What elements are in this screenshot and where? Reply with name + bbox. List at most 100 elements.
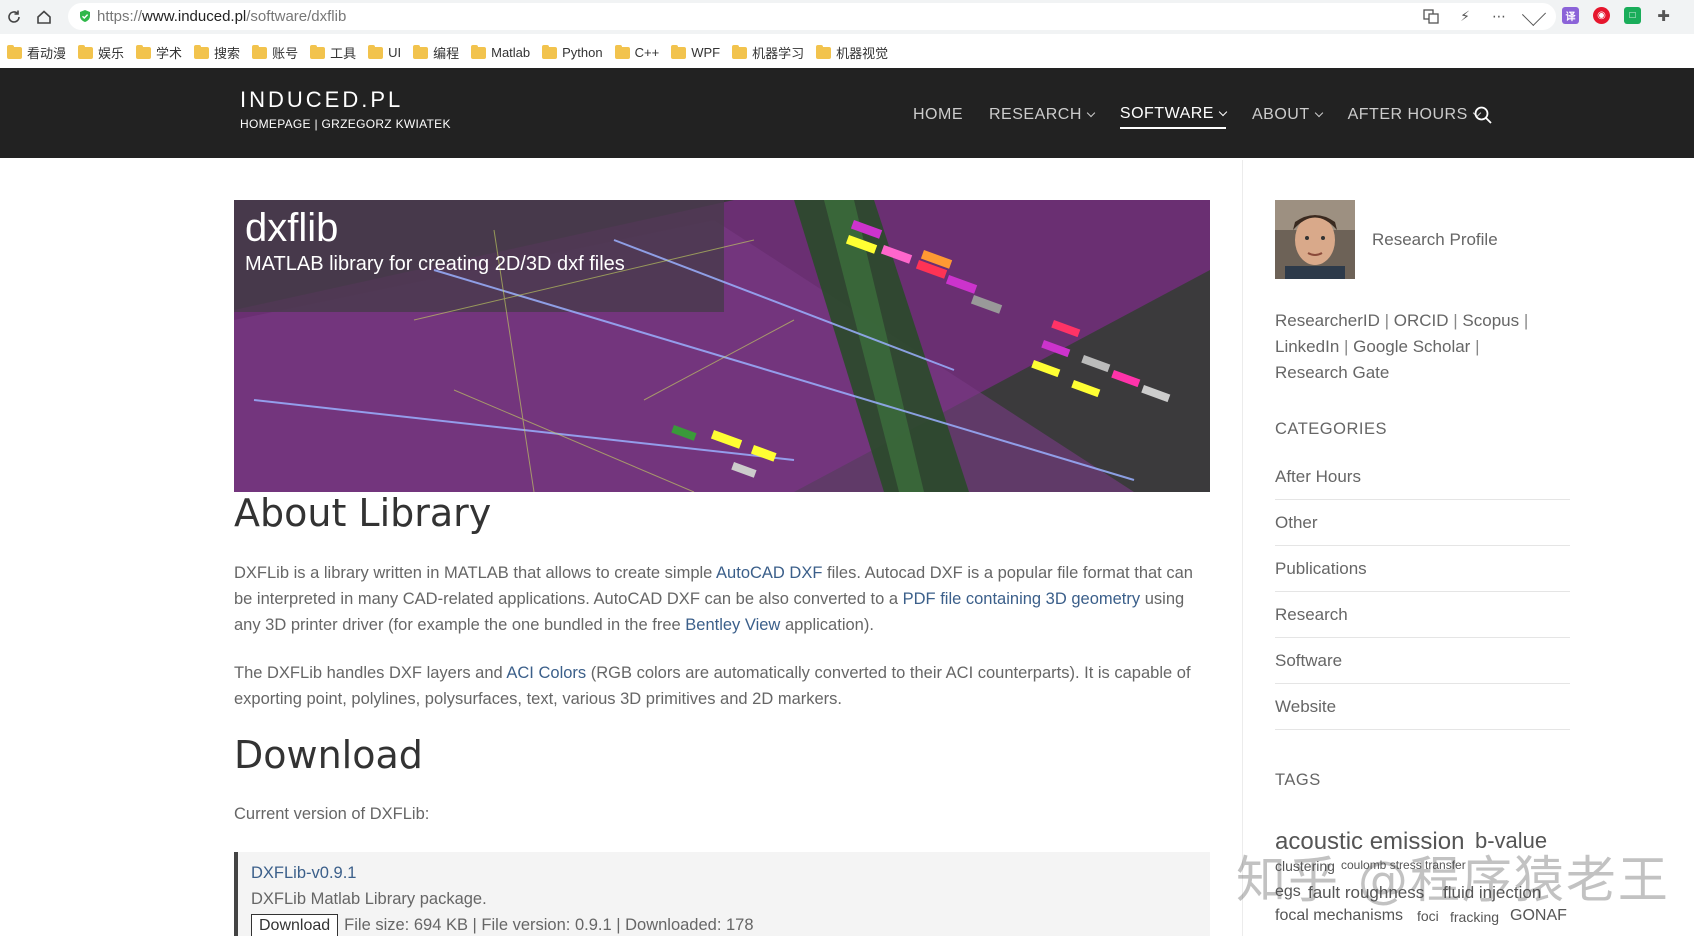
bookmark-folder[interactable]: 搜索 [194, 43, 240, 62]
bookmark-folder[interactable]: 编程 [413, 43, 459, 62]
profile-links: ResearcherID | ORCID | Scopus | LinkedIn… [1275, 308, 1565, 386]
release-meta: File size: 694 KB | File version: 0.9.1 … [344, 916, 754, 934]
folder-icon [136, 44, 152, 59]
category-software[interactable]: Software [1275, 638, 1570, 684]
category-other[interactable]: Other [1275, 500, 1570, 546]
pdf-3d-link[interactable]: PDF file containing 3D geometry [903, 590, 1141, 608]
hero-title: dxflib [245, 206, 339, 250]
autocad-dxf-link[interactable]: AutoCAD DXF [716, 564, 822, 582]
avatar[interactable] [1275, 200, 1355, 279]
aci-colors-link[interactable]: ACI Colors [506, 664, 586, 682]
release-description: DXFLib Matlab Library package. [251, 890, 487, 908]
link-separator: | [1448, 311, 1463, 330]
link-separator: | [1339, 337, 1354, 356]
bookmark-folder[interactable]: WPF [671, 43, 720, 62]
release-box: DXFLib-v0.9.1 DXFLib Matlab Library pack… [234, 852, 1210, 936]
about-heading: About Library [234, 491, 492, 535]
profile-link-scopus[interactable]: Scopus [1462, 311, 1519, 330]
bookmark-folder[interactable]: Matlab [471, 43, 530, 62]
bookmarks-bar: 看动漫 娱乐 学术 搜索 账号 工具 UI 编程 Matlab Python C++ WPF 机器学习机… [0, 34, 1694, 68]
folder-icon [194, 44, 210, 59]
download-intro: Current version of DXFLib: [234, 805, 430, 823]
more-icon[interactable]: ⋯ [1490, 7, 1508, 25]
release-name-link[interactable]: DXFLib-v0.9.1 [251, 864, 356, 882]
category-website[interactable]: Website [1275, 684, 1570, 730]
profile-link-orcid[interactable]: ORCID [1394, 311, 1449, 330]
site-header: INDUCED.PL HOMEPAGE | GRZEGORZ KWIATEK H… [0, 68, 1694, 158]
folder-icon [816, 44, 832, 59]
bookmark-folder[interactable]: 看动漫 [7, 43, 66, 62]
link-separator: | [1379, 311, 1394, 330]
download-heading: Download [234, 733, 423, 777]
home-icon[interactable] [33, 6, 55, 28]
nav-home[interactable]: HOME [913, 105, 963, 129]
category-after-hours[interactable]: After Hours [1275, 454, 1570, 500]
extension-green-icon[interactable]: □ [1624, 7, 1641, 24]
categories-heading: CATEGORIES [1275, 420, 1387, 438]
lightning-icon[interactable]: ⚡ [1456, 7, 1474, 25]
category-research[interactable]: Research [1275, 592, 1570, 638]
folder-icon [732, 44, 748, 59]
address-bar[interactable]: https://www.induced.pl/software/dxflib ⚡… [68, 1, 1556, 30]
bookmark-folder[interactable]: 机器视觉 [816, 43, 888, 62]
bookmark-folder[interactable]: UI [368, 43, 401, 62]
url-text[interactable]: https://www.induced.pl/software/dxflib [97, 8, 346, 25]
categories-list: After Hours Other Publications Research Soft… [1275, 454, 1570, 730]
nav-software[interactable]: SOFTWARE [1119, 105, 1228, 129]
site-title[interactable]: INDUCED.PL [240, 87, 451, 113]
nav-after-hours[interactable]: AFTER HOURS [1348, 105, 1482, 129]
folder-icon [252, 44, 268, 59]
chevron-down-icon [1314, 108, 1323, 118]
reload-icon[interactable] [3, 6, 25, 28]
bookmark-folder[interactable]: 娱乐 [78, 43, 124, 62]
nav-research[interactable]: RESEARCH [989, 105, 1096, 129]
about-paragraph-1: DXFLib is a library written in MATLAB th… [234, 564, 1193, 634]
bentley-view-link[interactable]: Bentley View [685, 616, 780, 634]
download-button[interactable]: Download [251, 914, 339, 936]
main-nav: HOME RESEARCH SOFTWARE ABOUT AFTER HOURS [913, 105, 1482, 129]
about-paragraph-2: The DXFLib handles DXF layers and ACI Co… [234, 664, 1191, 708]
research-profile-link[interactable]: Research Profile [1372, 230, 1498, 250]
folder-icon [368, 44, 384, 59]
extension-weibo-icon[interactable]: ◉ [1593, 7, 1610, 24]
chevron-down-icon [1086, 108, 1096, 118]
category-publications[interactable]: Publications [1275, 546, 1570, 592]
translate-icon[interactable] [1422, 7, 1440, 25]
profile-link-research-gate[interactable]: Research Gate [1275, 363, 1389, 382]
watermark: 知乎 @程序猿老王 [1236, 851, 1670, 909]
bookmark-folder[interactable]: 账号 [252, 43, 298, 62]
link-separator: | [1519, 311, 1529, 330]
folder-icon [413, 44, 429, 59]
extension-translate-icon[interactable]: 译 [1562, 7, 1579, 24]
link-separator: | [1470, 337, 1480, 356]
secure-shield-icon [80, 10, 90, 22]
sidebar-divider [1242, 160, 1243, 936]
profile-link-linkedin[interactable]: LinkedIn [1275, 337, 1339, 356]
folder-icon [471, 44, 487, 59]
folder-icon [7, 44, 22, 59]
hero-subtitle: MATLAB library for creating 2D/3D dxf fi… [245, 253, 625, 275]
folder-icon [310, 44, 326, 59]
bookmark-folder[interactable]: 工具 [310, 43, 356, 62]
site-brand[interactable]: INDUCED.PL HOMEPAGE | GRZEGORZ KWIATEK [240, 87, 451, 131]
hero-3d-render [234, 200, 1210, 492]
tags-heading: TAGS [1275, 771, 1321, 789]
site-tagline: HOMEPAGE | GRZEGORZ KWIATEK [240, 117, 451, 131]
folder-icon [614, 44, 630, 59]
bookmark-folder[interactable]: Python [542, 43, 603, 62]
nav-about[interactable]: ABOUT [1252, 105, 1323, 129]
chevron-down-icon [1218, 107, 1228, 117]
extensions-puzzle-icon[interactable]: ✚ [1655, 7, 1672, 25]
profile-link-google-scholar[interactable]: Google Scholar [1353, 337, 1470, 356]
folder-icon [671, 44, 687, 59]
bookmark-folder[interactable]: 机器学习 [732, 43, 804, 62]
hero-banner: dxflib MATLAB library for creating 2D/3D… [234, 200, 1210, 492]
search-icon[interactable] [1473, 105, 1493, 125]
browser-toolbar: https://www.induced.pl/software/dxflib ⚡… [0, 0, 1694, 34]
folder-icon [542, 44, 558, 59]
chevron-down-icon[interactable] [1521, 1, 1547, 27]
folder-icon [78, 44, 94, 59]
bookmark-folder[interactable]: C++ [614, 43, 659, 62]
profile-link-researcherid[interactable]: ResearcherID [1275, 311, 1380, 330]
bookmark-folder[interactable]: 学术 [136, 43, 182, 62]
